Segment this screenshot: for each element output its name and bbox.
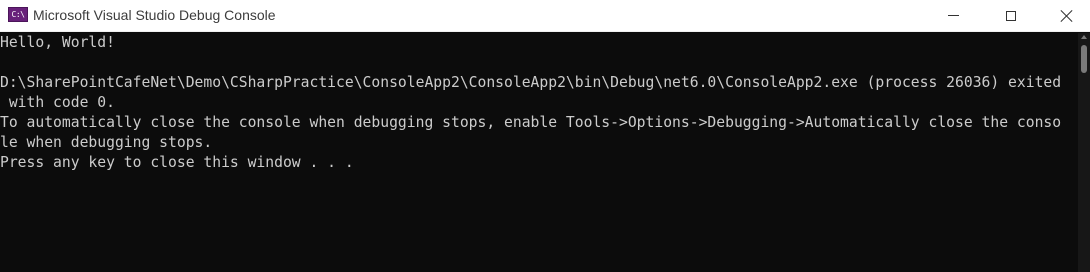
console-app-icon: C:\ — [8, 7, 28, 22]
scroll-up-arrow-icon[interactable] — [1081, 35, 1087, 39]
close-icon — [1060, 9, 1074, 23]
console-line: To automatically close the console when … — [0, 114, 1062, 131]
console-line: with code 0. — [0, 94, 115, 111]
console-line: D:\SharePointCafeNet\Demo\CSharpPractice… — [0, 74, 1062, 91]
scrollbar-thumb[interactable] — [1081, 45, 1087, 73]
vertical-scrollbar[interactable] — [1078, 33, 1090, 272]
console-line: le when debugging stops. — [0, 134, 213, 151]
console-line: Hello, World! — [0, 34, 115, 51]
minimize-icon — [947, 15, 959, 16]
console-output[interactable]: Hello, World! D:\SharePointCafeNet\Demo\… — [0, 33, 1078, 272]
maximize-button[interactable] — [988, 0, 1034, 31]
console-line: Press any key to close this window . . . — [0, 154, 354, 171]
maximize-icon — [1006, 10, 1016, 21]
title-bar[interactable]: C:\ Microsoft Visual Studio Debug Consol… — [0, 0, 1090, 32]
debug-console-window: C:\ Microsoft Visual Studio Debug Consol… — [0, 0, 1090, 272]
window-title: Microsoft Visual Studio Debug Console — [33, 7, 276, 23]
close-button[interactable] — [1044, 0, 1090, 31]
minimize-button[interactable] — [930, 0, 976, 31]
